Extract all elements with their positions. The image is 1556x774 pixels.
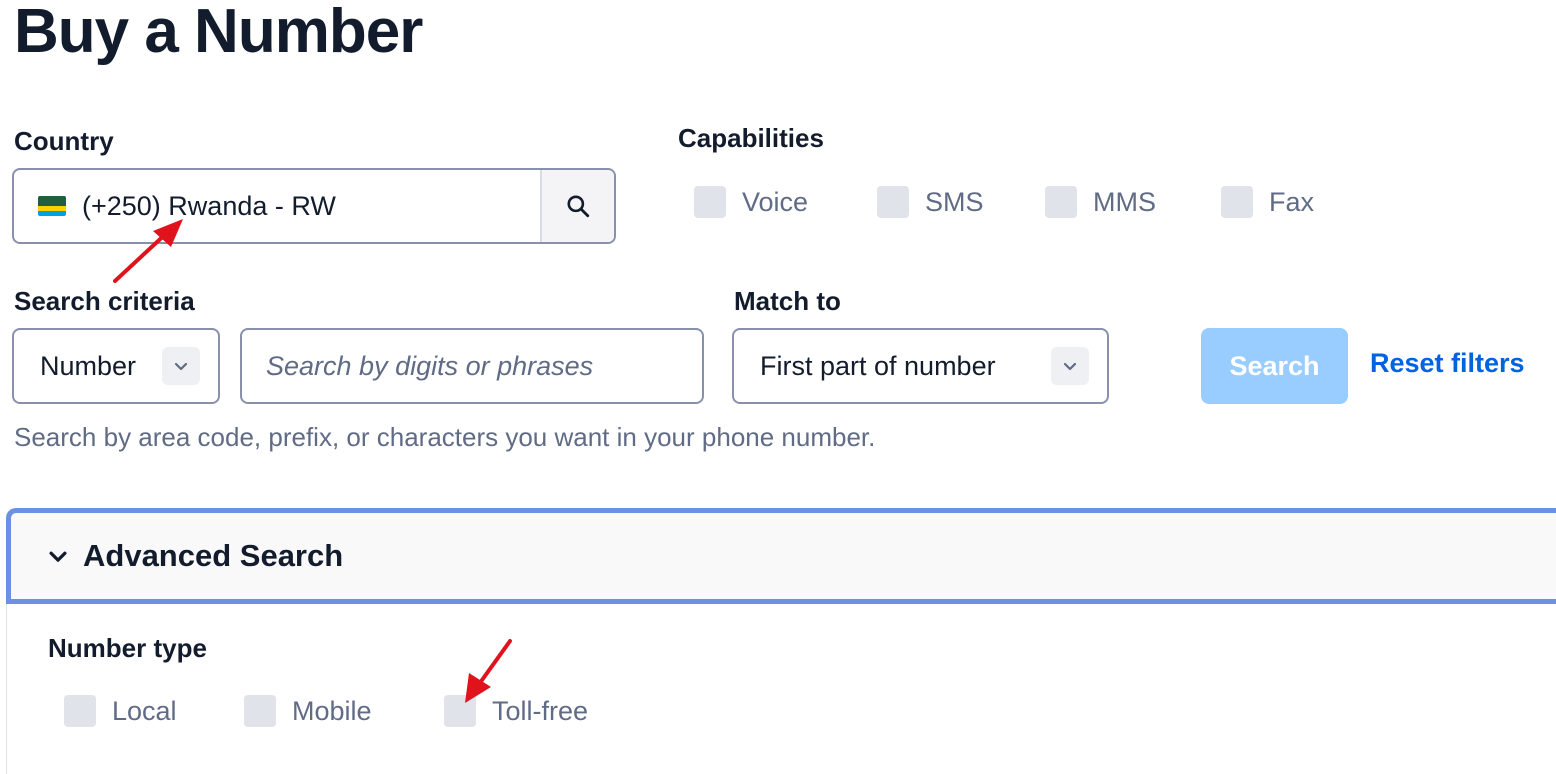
search-criteria-value: Number [40, 350, 137, 381]
search-helper-text: Search by area code, prefix, or characte… [14, 422, 876, 452]
number-type-toll-free-checkbox[interactable]: Toll-free [444, 695, 588, 727]
search-icon [567, 195, 590, 218]
capabilities-label: Capabilities [678, 123, 824, 153]
checkbox-label: Mobile [292, 695, 372, 726]
number-type-local-checkbox[interactable]: Local [64, 695, 177, 727]
match-to-label: Match to [734, 286, 841, 316]
rwanda-flag-icon [38, 196, 66, 216]
checkbox-label: Fax [1269, 186, 1315, 217]
checkbox-box[interactable] [877, 186, 909, 218]
chevron-down-icon [1051, 347, 1089, 385]
advanced-search-panel [6, 604, 1556, 774]
checkbox-box[interactable] [694, 186, 726, 218]
search-criteria-label: Search criteria [14, 286, 195, 316]
capability-sms-checkbox[interactable]: SMS [877, 186, 984, 218]
checkbox-label: Local [112, 695, 177, 726]
reset-filters-link[interactable]: Reset filters [1370, 348, 1525, 379]
checkbox-box[interactable] [444, 695, 476, 727]
search-digits-input[interactable] [240, 328, 704, 404]
checkbox-label: Voice [742, 186, 809, 217]
chevron-down-icon [47, 545, 69, 567]
match-to-select[interactable]: First part of number [732, 328, 1109, 404]
checkbox-label: Toll-free [492, 695, 589, 726]
checkbox-box[interactable] [1221, 186, 1253, 218]
advanced-search-toggle[interactable]: Advanced Search [6, 508, 1556, 604]
country-combobox[interactable]: (+250) Rwanda - RW [12, 168, 616, 244]
checkbox-box[interactable] [244, 695, 276, 727]
country-search-button[interactable] [540, 170, 614, 242]
checkbox-box[interactable] [64, 695, 96, 727]
match-to-value: First part of number [760, 350, 996, 381]
checkbox-label: SMS [925, 186, 984, 217]
capability-fax-checkbox[interactable]: Fax [1221, 186, 1314, 218]
checkbox-label: MMS [1093, 186, 1156, 217]
capability-voice-checkbox[interactable]: Voice [694, 186, 808, 218]
search-criteria-select[interactable]: Number [12, 328, 220, 404]
number-type-label: Number type [48, 633, 207, 663]
page-title: Buy a Number [14, 0, 423, 66]
chevron-down-icon [162, 347, 200, 385]
capability-mms-checkbox[interactable]: MMS [1045, 186, 1156, 218]
country-label: Country [14, 126, 114, 156]
number-type-mobile-checkbox[interactable]: Mobile [244, 695, 372, 727]
country-value-display[interactable]: (+250) Rwanda - RW [14, 170, 540, 242]
search-button[interactable]: Search [1201, 328, 1348, 404]
advanced-search-title: Advanced Search [83, 538, 344, 573]
country-value: (+250) Rwanda - RW [82, 190, 336, 221]
checkbox-box[interactable] [1045, 186, 1077, 218]
